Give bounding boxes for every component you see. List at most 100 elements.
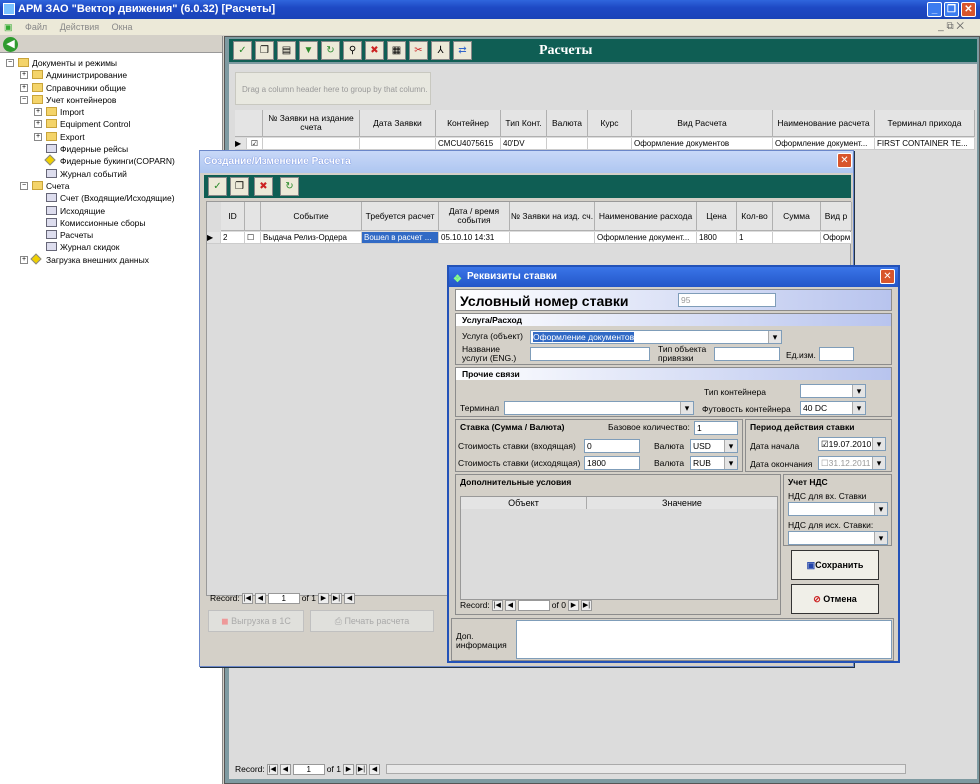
table-cell[interactable]: [547, 138, 588, 150]
column-header[interactable]: Дата / время события: [439, 202, 510, 231]
column-header[interactable]: Кол-во: [737, 202, 773, 231]
tree-item[interactable]: Журнал событий: [0, 168, 222, 180]
currency-in-select[interactable]: USD: [690, 439, 738, 453]
column-header[interactable]: Тип Конт.: [501, 110, 547, 137]
new-record-button[interactable]: ◀: [343, 592, 355, 604]
tree-item[interactable]: − Учет контейнеров: [0, 94, 222, 106]
table-cell[interactable]: Оформ: [821, 232, 852, 244]
next-record-button[interactable]: ▶: [567, 599, 579, 611]
record-number-input[interactable]: 1: [292, 763, 325, 775]
column-header[interactable]: Вид Расчета: [632, 110, 773, 137]
column-header[interactable]: Требуется расчет: [362, 202, 439, 231]
last-record-button[interactable]: ▶|: [330, 592, 342, 604]
prev-record-button[interactable]: ◀: [504, 599, 516, 611]
footage-select[interactable]: 40 DC: [800, 401, 866, 415]
tree-item[interactable]: Фидерные букинги(COPARN): [0, 154, 222, 167]
minimize-button[interactable]: _: [927, 2, 942, 17]
service-select[interactable]: Оформление документов: [530, 330, 782, 344]
grid-icon[interactable]: ▦: [387, 41, 406, 60]
first-record-button[interactable]: |◀: [266, 763, 278, 775]
split-icon[interactable]: ⅄: [431, 41, 450, 60]
expand-icon[interactable]: +: [20, 255, 28, 264]
cost-out-field[interactable]: 1800: [584, 456, 640, 470]
table-cell[interactable]: Оформление документ...: [595, 232, 697, 244]
info-textarea[interactable]: [516, 620, 892, 659]
column-header[interactable]: № Заявки на изд. сч.: [510, 202, 595, 231]
back-arrow-icon[interactable]: ◀: [3, 37, 18, 52]
tree-item[interactable]: Счет (Входящие/Исходящие): [0, 192, 222, 204]
column-header[interactable]: Контейнер: [436, 110, 501, 137]
column-header[interactable]: Дата Заявки: [360, 110, 436, 137]
table-cell[interactable]: Оформление документ...: [773, 138, 875, 150]
column-header[interactable]: [245, 202, 261, 231]
record-number-input[interactable]: [517, 599, 550, 611]
end-date-checkbox[interactable]: ☐: [821, 458, 829, 468]
row-checkbox[interactable]: ☐: [245, 232, 261, 244]
tree-item[interactable]: + Администрирование: [0, 69, 222, 81]
column-header[interactable]: Наименование расчета: [773, 110, 875, 137]
expand-icon[interactable]: +: [20, 83, 28, 92]
search-icon[interactable]: ⚲: [343, 41, 362, 60]
column-header[interactable]: Событие: [261, 202, 362, 231]
mdi-controls[interactable]: _ ⧉ ✕: [938, 19, 964, 35]
tree-item[interactable]: + Equipment Control: [0, 118, 222, 130]
collapse-icon[interactable]: −: [20, 95, 28, 104]
table-cell[interactable]: [263, 138, 360, 150]
table-cell[interactable]: 1800: [697, 232, 737, 244]
table-cell[interactable]: [588, 138, 632, 150]
record-number-input[interactable]: 1: [267, 592, 300, 604]
tree-item[interactable]: Расчеты: [0, 229, 222, 241]
menu-windows[interactable]: Окна: [112, 22, 133, 32]
cancel-icon[interactable]: ✂: [409, 41, 428, 60]
table-cell[interactable]: FIRST CONTAINER TE...: [875, 138, 975, 150]
cost-in-field[interactable]: 0: [584, 439, 640, 453]
confirm-icon[interactable]: ✓: [233, 41, 252, 60]
menu-file[interactable]: Файл: [25, 22, 47, 32]
refresh-icon[interactable]: ↻: [321, 41, 340, 60]
collapse-icon[interactable]: −: [20, 181, 28, 190]
rate-number-field[interactable]: 95: [678, 293, 776, 307]
tree-item[interactable]: Комиссионные сборы: [0, 217, 222, 229]
table-cell[interactable]: [773, 232, 821, 244]
table-cell[interactable]: 40'DV: [501, 138, 547, 150]
transfer-icon[interactable]: ⇄: [453, 41, 472, 60]
table-cell[interactable]: Вошел в расчет ...: [362, 232, 439, 244]
restore-button[interactable]: ❐: [944, 2, 959, 17]
export-1c-button[interactable]: ◼ Выгрузка в 1С: [208, 610, 304, 632]
tree-item[interactable]: Журнал скидок: [0, 241, 222, 253]
table-cell[interactable]: 1: [737, 232, 773, 244]
copy-icon[interactable]: ❐: [255, 41, 274, 60]
start-date-checkbox[interactable]: ☑: [821, 439, 829, 449]
column-header[interactable]: Терминал прихода: [875, 110, 975, 137]
cancel-button[interactable]: ⊘ Отмена: [791, 584, 879, 614]
table-cell[interactable]: [360, 138, 436, 150]
table-cell[interactable]: 05.10.10 14:31: [439, 232, 510, 244]
next-record-button[interactable]: ▶: [317, 592, 329, 604]
currency-out-select[interactable]: RUB: [690, 456, 738, 470]
unit-field[interactable]: [819, 347, 854, 361]
expand-icon[interactable]: +: [34, 120, 42, 129]
collapse-icon[interactable]: −: [6, 59, 14, 67]
table-cell[interactable]: CMCU4075615: [436, 138, 501, 150]
print-calculation-button[interactable]: ⎙ Печать расчета: [310, 610, 434, 632]
object-type-field[interactable]: [714, 347, 780, 361]
tree-item[interactable]: + Import: [0, 106, 222, 118]
column-header[interactable]: Валюта: [547, 110, 588, 137]
expand-icon[interactable]: +: [34, 108, 42, 117]
column-header[interactable]: Сумма: [773, 202, 821, 231]
close-button[interactable]: ✕: [961, 2, 976, 17]
row-checkbox[interactable]: ☑: [247, 138, 263, 150]
tree-item[interactable]: Исходящие: [0, 205, 222, 217]
next-record-button[interactable]: ▶: [342, 763, 354, 775]
column-header[interactable]: Цена: [697, 202, 737, 231]
tree-item[interactable]: + Export: [0, 131, 222, 143]
first-record-button[interactable]: |◀: [241, 592, 253, 604]
expand-icon[interactable]: +: [20, 71, 28, 80]
confirm-icon[interactable]: ✓: [208, 177, 227, 196]
delete-icon[interactable]: ✖: [365, 41, 384, 60]
prev-record-button[interactable]: ◀: [279, 763, 291, 775]
tree-item[interactable]: − Счета: [0, 180, 222, 192]
base-qty-field[interactable]: 1: [694, 421, 738, 435]
dialog-close-button[interactable]: ✕: [837, 153, 852, 168]
name-eng-field[interactable]: [530, 347, 650, 361]
